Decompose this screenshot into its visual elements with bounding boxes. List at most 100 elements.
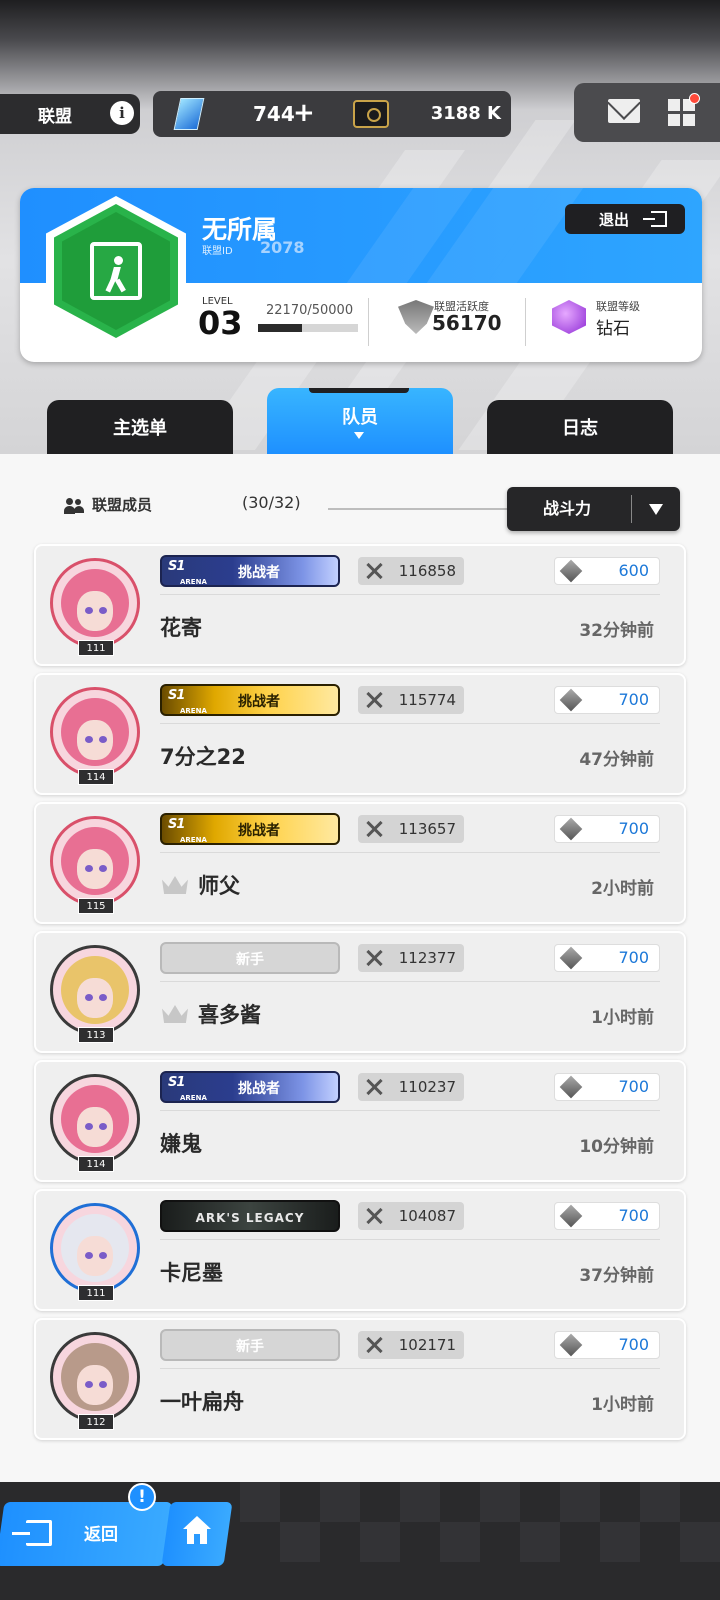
contribution-diamond-icon xyxy=(559,1075,583,1099)
member-level: 115 xyxy=(78,898,114,914)
member-title-badge: S1 ARENA 挑战者 xyxy=(160,1071,340,1103)
combat-power: 113657 xyxy=(398,820,456,838)
member-title-badge: S1 ARENA 挑战者 xyxy=(160,555,340,587)
swords-icon xyxy=(366,821,382,837)
last-online: 47分钟前 xyxy=(579,750,654,770)
badge-arena: ARENA xyxy=(180,707,207,715)
combat-power-box: 110237 xyxy=(358,1073,464,1101)
contribution-diamond-icon xyxy=(559,946,583,970)
exit-button-label: 退出 xyxy=(599,210,630,229)
add-gems-button[interactable]: + xyxy=(293,91,315,137)
member-name: 嫌鬼 xyxy=(160,1132,202,1156)
contribution-diamond-icon xyxy=(559,1333,583,1357)
last-online: 1小时前 xyxy=(591,1395,654,1415)
contribution-box: 700 xyxy=(554,1073,660,1101)
badge-arena: ARENA xyxy=(180,836,207,844)
combat-power: 115774 xyxy=(398,691,456,709)
dropdown-arrow-icon xyxy=(649,504,663,515)
member-row[interactable]: 114 S1 ARENA 挑战者 110237 700 嫌鬼 10分钟前 xyxy=(34,1060,686,1182)
member-row[interactable]: 111 ARK'S LEGACY 104087 700 卡尼墨 37分钟前 xyxy=(34,1189,686,1311)
tab-main-menu[interactable]: 主选单 xyxy=(47,400,233,454)
badge-title: 新手 xyxy=(236,1339,264,1355)
alliance-id: 2078 xyxy=(260,238,305,257)
exit-icon xyxy=(643,211,667,227)
sort-dropdown[interactable]: 战斗力 xyxy=(507,487,680,531)
alert-badge[interactable]: ! xyxy=(128,1483,156,1511)
swords-icon xyxy=(366,1079,382,1095)
crown-icon xyxy=(162,876,188,894)
emergency-exit-icon xyxy=(90,242,142,300)
contribution-diamond-icon xyxy=(559,817,583,841)
avatar: 115 xyxy=(50,814,142,914)
chevron-down-icon xyxy=(354,432,364,439)
avatar: 112 xyxy=(50,1330,142,1430)
tab-members[interactable]: 队员 xyxy=(267,388,453,454)
divider xyxy=(368,298,369,346)
mail-icon[interactable] xyxy=(608,99,640,123)
last-online: 1小时前 xyxy=(591,1008,654,1028)
exp-progress-bar xyxy=(258,324,358,332)
badge-season: S1 xyxy=(168,559,185,574)
last-online: 32分钟前 xyxy=(579,621,654,641)
member-name: 师父 xyxy=(198,874,240,898)
combat-power-box: 113657 xyxy=(358,815,464,843)
combat-power-box: 112377 xyxy=(358,944,464,972)
top-right-panel xyxy=(574,83,720,142)
last-online: 2小时前 xyxy=(591,879,654,899)
member-level: 111 xyxy=(78,640,114,656)
member-title-badge: S1 ARENA 挑战者 xyxy=(160,813,340,845)
credit-count: 3188 K xyxy=(430,103,501,124)
member-row[interactable]: 114 S1 ARENA 挑战者 115774 700 7分之22 47分钟前 xyxy=(34,673,686,795)
member-row[interactable]: 113 新手 112377 700 喜多酱 1小时前 xyxy=(34,931,686,1053)
badge-title: 挑战者 xyxy=(238,1081,280,1097)
avatar: 113 xyxy=(50,943,142,1043)
exit-alliance-button[interactable]: 退出 xyxy=(565,204,685,234)
member-level: 114 xyxy=(78,769,114,785)
member-name: 卡尼墨 xyxy=(160,1261,223,1285)
members-label: 联盟成员 xyxy=(92,496,153,514)
contribution-diamond-icon xyxy=(559,688,583,712)
member-name: 7分之22 xyxy=(160,745,246,769)
member-row[interactable]: 115 S1 ARENA 挑战者 113657 700 师父 2小时前 xyxy=(34,802,686,924)
combat-power-box: 116858 xyxy=(358,557,464,585)
contribution-box: 700 xyxy=(554,815,660,843)
tab-log[interactable]: 日志 xyxy=(487,400,673,454)
gem-count: 744 xyxy=(253,102,295,126)
combat-power: 116858 xyxy=(398,562,456,580)
contribution-value: 600 xyxy=(618,561,649,580)
sort-label: 战斗力 xyxy=(543,499,592,518)
member-level: 111 xyxy=(78,1285,114,1301)
gem-icon xyxy=(173,98,205,130)
member-title-badge: 新手 xyxy=(160,1329,340,1361)
contribution-diamond-icon xyxy=(559,559,583,583)
member-name: 喜多酱 xyxy=(198,1003,261,1027)
contribution-value: 700 xyxy=(618,948,649,967)
members-icon xyxy=(64,498,84,514)
home-icon xyxy=(183,1516,211,1546)
combat-power: 110237 xyxy=(398,1078,456,1096)
member-row[interactable]: 111 S1 ARENA 挑战者 116858 600 花寄 32分钟前 xyxy=(34,544,686,666)
swords-icon xyxy=(366,950,382,966)
badge-title: 挑战者 xyxy=(238,565,280,581)
badge-season: S1 xyxy=(168,688,185,703)
member-title-badge: S1 ARENA 挑战者 xyxy=(160,684,340,716)
tab-label: 日志 xyxy=(562,418,598,439)
contribution-value: 700 xyxy=(618,1335,649,1354)
tab-label: 队员 xyxy=(342,407,378,428)
back-label: 返回 xyxy=(84,1525,118,1545)
avatar: 111 xyxy=(50,556,142,656)
exp-progress-fill xyxy=(258,324,303,332)
swords-icon xyxy=(366,1337,382,1353)
info-icon[interactable]: i xyxy=(110,101,134,125)
alliance-id-label: 联盟ID xyxy=(202,246,233,257)
member-row[interactable]: 112 新手 102171 700 一叶扁舟 1小时前 xyxy=(34,1318,686,1440)
activity-value: 56170 xyxy=(432,311,502,335)
contribution-box: 700 xyxy=(554,944,660,972)
alliance-level: 03 xyxy=(198,304,243,342)
contribution-diamond-icon xyxy=(559,1204,583,1228)
contribution-box: 700 xyxy=(554,1331,660,1359)
crown-icon xyxy=(162,1005,188,1023)
badge-title: 挑战者 xyxy=(238,694,280,710)
badge-arena: ARENA xyxy=(180,1094,207,1102)
last-online: 37分钟前 xyxy=(579,1266,654,1286)
